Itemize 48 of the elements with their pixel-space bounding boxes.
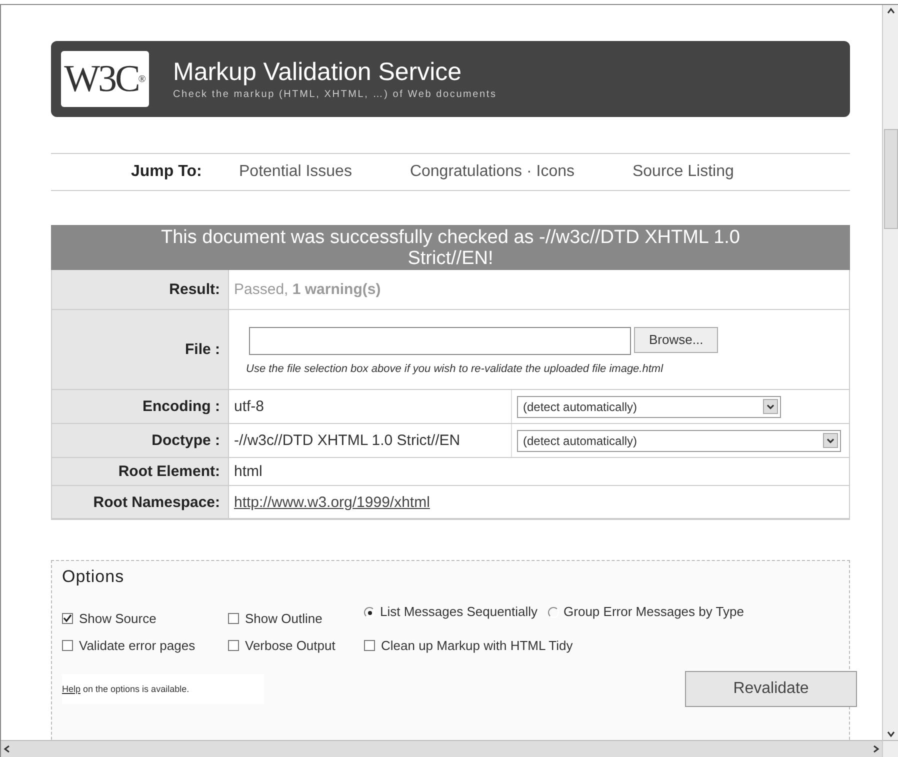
scrollbar-corner (882, 740, 898, 757)
option-label: Show Source (79, 611, 156, 626)
jump-to-label: Jump To: (131, 163, 203, 181)
scrollbar-thumb[interactable] (884, 129, 898, 229)
horizontal-scrollbar[interactable] (1, 740, 882, 757)
field-value: -//w3c//DTD XHTML 1.0 Strict//EN (233, 432, 462, 449)
option-label: Group Error Messages by Type (564, 604, 744, 619)
options-title: Options (62, 567, 126, 587)
jump-link[interactable]: Source Listing (632, 163, 734, 181)
select-dropdown[interactable]: (detect automatically) (517, 396, 781, 418)
file-hint: Use the file selection box above if you wish to re-validate the uploaded file image.html (246, 362, 664, 374)
w3c-logo: W3C$^{®}$ (61, 51, 149, 107)
revalidate-button[interactable]: Revalidate (685, 671, 857, 707)
result-banner: This document was successfully checked as -//w3c//DTD XHTML 1.0 Strict//EN! (51, 225, 850, 270)
jump-link[interactable]: Potential Issues (239, 163, 352, 181)
jump-link[interactable]: Congratulations · Icons (410, 163, 574, 181)
row-label: Result: (52, 270, 228, 310)
checkbox[interactable] (364, 640, 375, 651)
radio-button[interactable] (548, 607, 559, 618)
help-link[interactable]: Help (62, 684, 81, 694)
field-value: html (233, 463, 264, 480)
option-label: Verbose Output (245, 638, 336, 653)
checkbox[interactable] (62, 640, 73, 651)
row-label: Doctype : (52, 424, 228, 458)
file-input[interactable] (249, 326, 631, 354)
browse-button[interactable]: Browse... (634, 326, 718, 352)
service-title: Markup Validation Service (173, 58, 463, 87)
checkbox[interactable] (228, 640, 239, 651)
option-label: Show Outline (245, 611, 322, 626)
select-dropdown[interactable]: (detect automatically) (517, 430, 841, 452)
service-subtitle: Check the markup (HTML, XHTML, …) of Web documents (173, 89, 497, 100)
row-label: Encoding : (52, 390, 228, 424)
result-value: Passed, 1 warning(s) (233, 281, 382, 298)
row-label: Root Element: (52, 458, 228, 486)
row-label: File : (52, 310, 228, 390)
field-value: utf-8 (233, 398, 266, 415)
checkbox[interactable] (228, 613, 239, 624)
radio-button[interactable] (364, 607, 375, 618)
option-label: List Messages Sequentially (380, 604, 538, 619)
namespace-link[interactable]: http://www.w3.org/1999/xhtml (229, 494, 435, 510)
vertical-scrollbar[interactable] (882, 5, 898, 740)
checkbox[interactable] (62, 613, 73, 624)
caret-icon (763, 399, 778, 414)
help-text: Help on the options is available. (62, 674, 264, 704)
option-label: Validate error pages (79, 638, 196, 653)
row-label: Root Namespace: (52, 486, 228, 519)
option-label: Clean up Markup with HTML Tidy (381, 638, 573, 653)
caret-icon (823, 433, 838, 448)
